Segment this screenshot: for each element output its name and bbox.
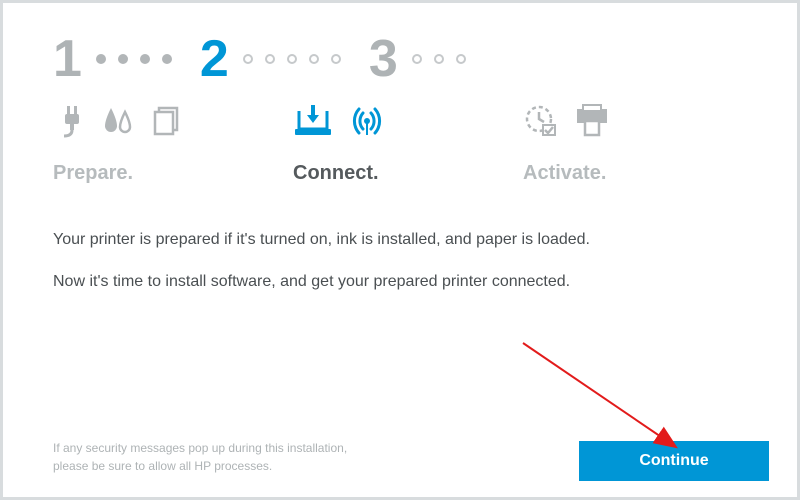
step-labels: Prepare. Connect. Activate. xyxy=(53,162,757,185)
continue-button[interactable]: Continue xyxy=(579,441,769,481)
download-device-icon xyxy=(293,103,333,144)
step-3-label: Activate. xyxy=(523,162,723,185)
info-text: Your printer is prepared if it's turned … xyxy=(53,229,757,294)
progress-steps: 1 2 3 xyxy=(53,33,757,85)
step-2-label: Connect. xyxy=(293,162,523,185)
paper-copy-icon xyxy=(149,104,183,143)
info-line-2: Now it's time to install software, and g… xyxy=(53,271,757,293)
plug-icon xyxy=(53,104,87,143)
footnote-line-1: If any security messages pop up during t… xyxy=(53,440,347,457)
step-1-number: 1 xyxy=(53,33,82,85)
printer-icon xyxy=(573,103,611,144)
wireless-icon xyxy=(347,103,387,144)
ink-drop-icon xyxy=(101,104,135,143)
security-footnote: If any security messages pop up during t… xyxy=(53,440,347,475)
connect-icons xyxy=(293,103,523,144)
footnote-line-2: please be sure to allow all HP processes… xyxy=(53,458,347,475)
step-icons-row xyxy=(53,103,757,144)
step-3-number: 3 xyxy=(369,33,398,85)
step-1-dots xyxy=(96,54,172,64)
step-3-dots xyxy=(412,54,466,64)
info-line-1: Your printer is prepared if it's turned … xyxy=(53,229,757,251)
clock-check-icon xyxy=(523,103,559,144)
step-2-dots xyxy=(243,54,341,64)
step-2-number: 2 xyxy=(200,33,229,85)
activate-icons xyxy=(523,103,723,144)
prepare-icons xyxy=(53,103,293,144)
step-1-label: Prepare. xyxy=(53,162,293,185)
